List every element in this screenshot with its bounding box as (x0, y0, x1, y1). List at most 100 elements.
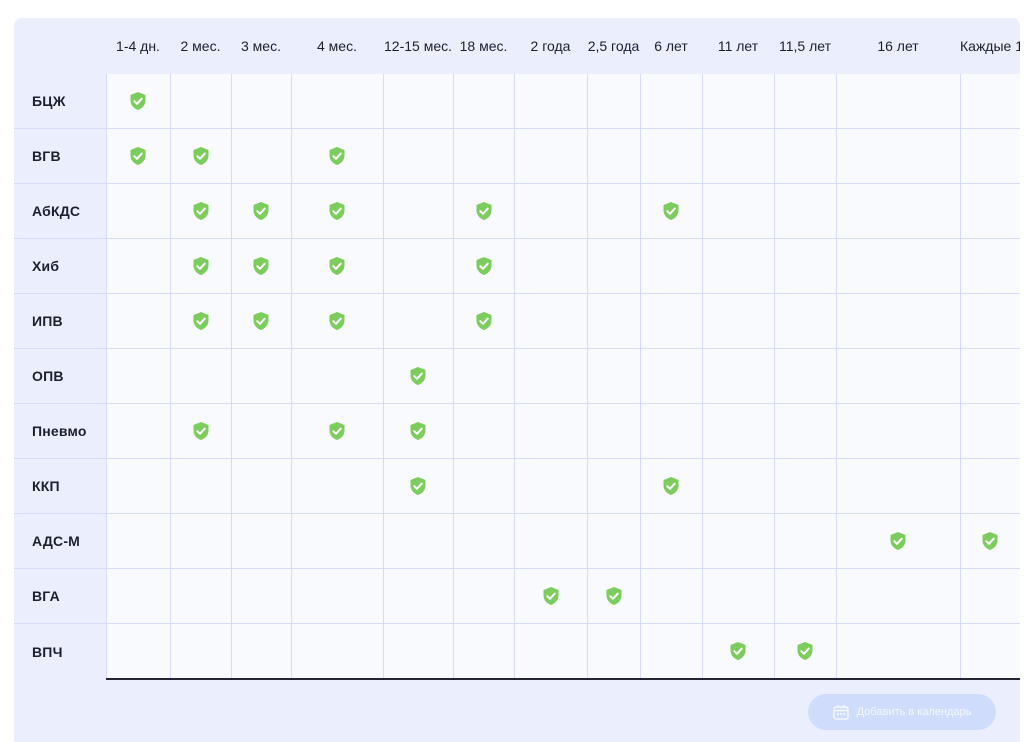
schedule-cell (382, 293, 453, 349)
schedule-cell (382, 623, 453, 680)
table-row: ОПВ (14, 348, 1020, 404)
schedule-cell (586, 238, 640, 294)
schedule-cell (835, 183, 960, 239)
schedule-cell (773, 183, 836, 239)
add-to-calendar-button[interactable]: Добавить в календарь (808, 694, 996, 730)
schedule-cell (959, 128, 1020, 184)
schedule-cell (105, 568, 170, 624)
schedule-cell (639, 403, 702, 459)
schedule-cell (290, 74, 383, 129)
shield-check-icon (889, 531, 907, 551)
schedule-cell (230, 348, 291, 404)
column-header: 4 мес. (291, 18, 383, 74)
schedule-cell (701, 183, 774, 239)
schedule-cell (169, 513, 231, 569)
schedule-cell (452, 403, 514, 459)
schedule-cell (639, 568, 702, 624)
shield-check-icon (662, 476, 680, 496)
schedule-cell (290, 623, 383, 680)
schedule-cell (835, 568, 960, 624)
vaccine-name: ВГА (14, 568, 106, 624)
schedule-cell (290, 513, 383, 569)
schedule-cell (105, 74, 170, 129)
schedule-cell (639, 623, 702, 680)
schedule-cell (513, 183, 587, 239)
vaccination-schedule-table: 1-4 дн. 2 мес. 3 мес. 4 мес. 12-15 мес. 18 ме… (14, 18, 1020, 680)
shield-check-icon (605, 586, 623, 606)
schedule-cell (230, 623, 291, 680)
table-row: ККП (14, 458, 1020, 514)
calendar-icon (832, 704, 849, 720)
shield-check-icon (192, 256, 210, 276)
schedule-cell (452, 348, 514, 404)
shield-check-icon (475, 256, 493, 276)
column-header: 2,5 года (587, 18, 640, 74)
column-header: 2 мес. (170, 18, 231, 74)
schedule-cell (701, 238, 774, 294)
schedule-cell (169, 623, 231, 680)
shield-check-icon (409, 476, 427, 496)
schedule-cell (835, 403, 960, 459)
schedule-cell (835, 513, 960, 569)
schedule-cell (513, 568, 587, 624)
shield-check-icon (542, 586, 560, 606)
schedule-cell (169, 568, 231, 624)
schedule-cell (701, 293, 774, 349)
column-header: 3 мес. (231, 18, 291, 74)
schedule-cell (452, 513, 514, 569)
vaccine-name: ВГВ (14, 128, 106, 184)
schedule-cell (639, 293, 702, 349)
shield-check-icon (192, 201, 210, 221)
shield-check-icon (328, 146, 346, 166)
schedule-cell (382, 238, 453, 294)
schedule-cell (701, 623, 774, 680)
schedule-cell (835, 238, 960, 294)
table-row: БЦЖ (14, 74, 1020, 129)
schedule-cell (230, 238, 291, 294)
schedule-cell (452, 128, 514, 184)
shield-check-icon (192, 311, 210, 331)
schedule-cell (169, 348, 231, 404)
schedule-cell (586, 458, 640, 514)
schedule-cell (105, 458, 170, 514)
schedule-cell (773, 74, 836, 129)
table-row: ВГВ (14, 128, 1020, 184)
schedule-cell (382, 458, 453, 514)
schedule-cell (639, 513, 702, 569)
shield-check-icon (328, 256, 346, 276)
schedule-cell (773, 293, 836, 349)
schedule-cell (452, 568, 514, 624)
vaccine-name: ККП (14, 458, 106, 514)
schedule-cell (513, 238, 587, 294)
schedule-cell (452, 623, 514, 680)
schedule-cell (290, 128, 383, 184)
shield-check-icon (662, 201, 680, 221)
schedule-cell (230, 128, 291, 184)
shield-check-icon (192, 421, 210, 441)
schedule-cell (586, 513, 640, 569)
schedule-cell (452, 74, 514, 129)
schedule-cell (230, 458, 291, 514)
shield-check-icon (796, 641, 814, 661)
schedule-body: БЦЖ ВГВ АбКДС Хиб ИПВ ОПВ Пневмо ККП АДС-М ВГА ВПЧ (14, 74, 1020, 680)
table-row: Пневмо (14, 403, 1020, 459)
schedule-cell (290, 183, 383, 239)
schedule-cell (773, 238, 836, 294)
vaccine-name: Пневмо (14, 403, 106, 459)
schedule-cell (382, 348, 453, 404)
table-row: АДС-М (14, 513, 1020, 569)
schedule-cell (959, 183, 1020, 239)
column-header: 16 лет (836, 18, 960, 74)
schedule-cell (452, 293, 514, 349)
shield-check-icon (328, 201, 346, 221)
shield-check-icon (129, 146, 147, 166)
schedule-cell (639, 183, 702, 239)
schedule-cell (452, 183, 514, 239)
schedule-cell (586, 183, 640, 239)
schedule-cell (773, 403, 836, 459)
schedule-cell (773, 348, 836, 404)
schedule-cell (701, 568, 774, 624)
schedule-cell (835, 458, 960, 514)
schedule-cell (382, 513, 453, 569)
table-row: Хиб (14, 238, 1020, 294)
